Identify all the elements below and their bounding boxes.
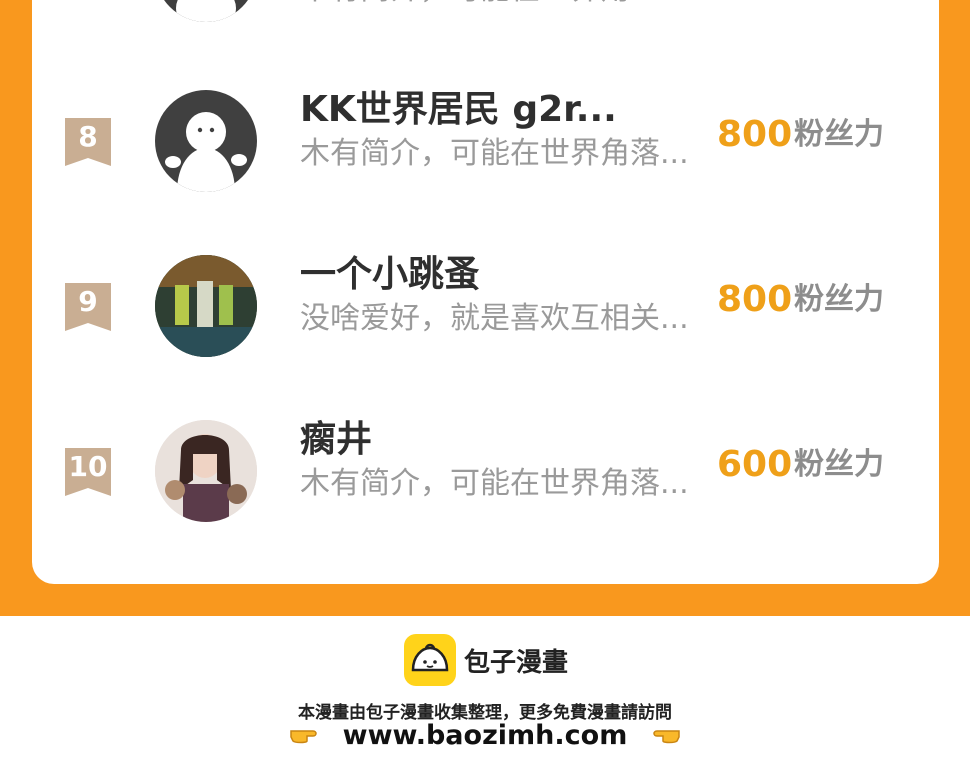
user-bio: 木有简介，可能在世界角落... xyxy=(300,466,689,501)
logo-text: 包子漫畫 xyxy=(464,648,569,678)
fans-count: 800 xyxy=(717,114,793,155)
photo-avatar[interactable] xyxy=(155,255,257,357)
fans-label: 粉丝力 xyxy=(794,117,884,152)
rank-badge: 8 xyxy=(65,118,111,166)
pointing-right-hand-icon xyxy=(289,721,323,752)
rank-number: 10 xyxy=(68,450,108,483)
ranking-row[interactable]: 9 一个小跳蚤 没啥爱好，就是喜欢互相关... 800 粉丝力 xyxy=(32,245,939,365)
user-bio: 木有简介，可能在世界角落... xyxy=(300,136,689,171)
fans-count: 600 xyxy=(717,444,793,485)
bun-logo-icon xyxy=(404,634,456,686)
fans-count: 800 xyxy=(717,279,793,320)
user-bio: 木有简介，可能在世界角... xyxy=(300,0,659,8)
ranking-row[interactable]: 8 KK世界居民 g2r... 木有简介，可能在世界角落... 800 粉丝力 xyxy=(32,80,939,200)
site-line[interactable]: www.baozimh.com xyxy=(0,720,970,752)
ranking-row-partial[interactable]: 木有简介，可能在世界角... xyxy=(32,0,939,30)
ranking-card: 木有简介，可能在世界角... 8 KK世界居民 g2r... 木有简介，可能在世… xyxy=(32,0,939,584)
fans-label: 粉丝力 xyxy=(794,447,884,482)
watermark-footer: 包子漫畫 本漫畫由包子漫畫收集整理，更多免費漫畫請訪問 www.baozimh.… xyxy=(0,616,970,768)
user-name: 一个小跳蚤 xyxy=(300,254,481,295)
rank-number: 8 xyxy=(78,120,98,153)
rank-badge: 9 xyxy=(65,283,111,331)
site-url[interactable]: www.baozimh.com xyxy=(343,720,628,751)
fans-label: 粉丝力 xyxy=(794,282,884,317)
pointing-left-hand-icon xyxy=(647,721,681,752)
user-name: 瘸井 xyxy=(300,419,373,460)
rank-number: 9 xyxy=(78,285,98,318)
ranking-row[interactable]: 10 瘸井 木有简介，可能在世界角落... 600 粉丝力 xyxy=(32,410,939,530)
user-name: KK世界居民 g2r... xyxy=(300,89,617,130)
rank-badge: 10 xyxy=(65,448,111,496)
default-avatar xyxy=(155,0,257,22)
default-avatar[interactable] xyxy=(155,90,257,192)
user-bio: 没啥爱好，就是喜欢互相关... xyxy=(300,301,689,336)
photo-avatar[interactable] xyxy=(155,420,257,522)
